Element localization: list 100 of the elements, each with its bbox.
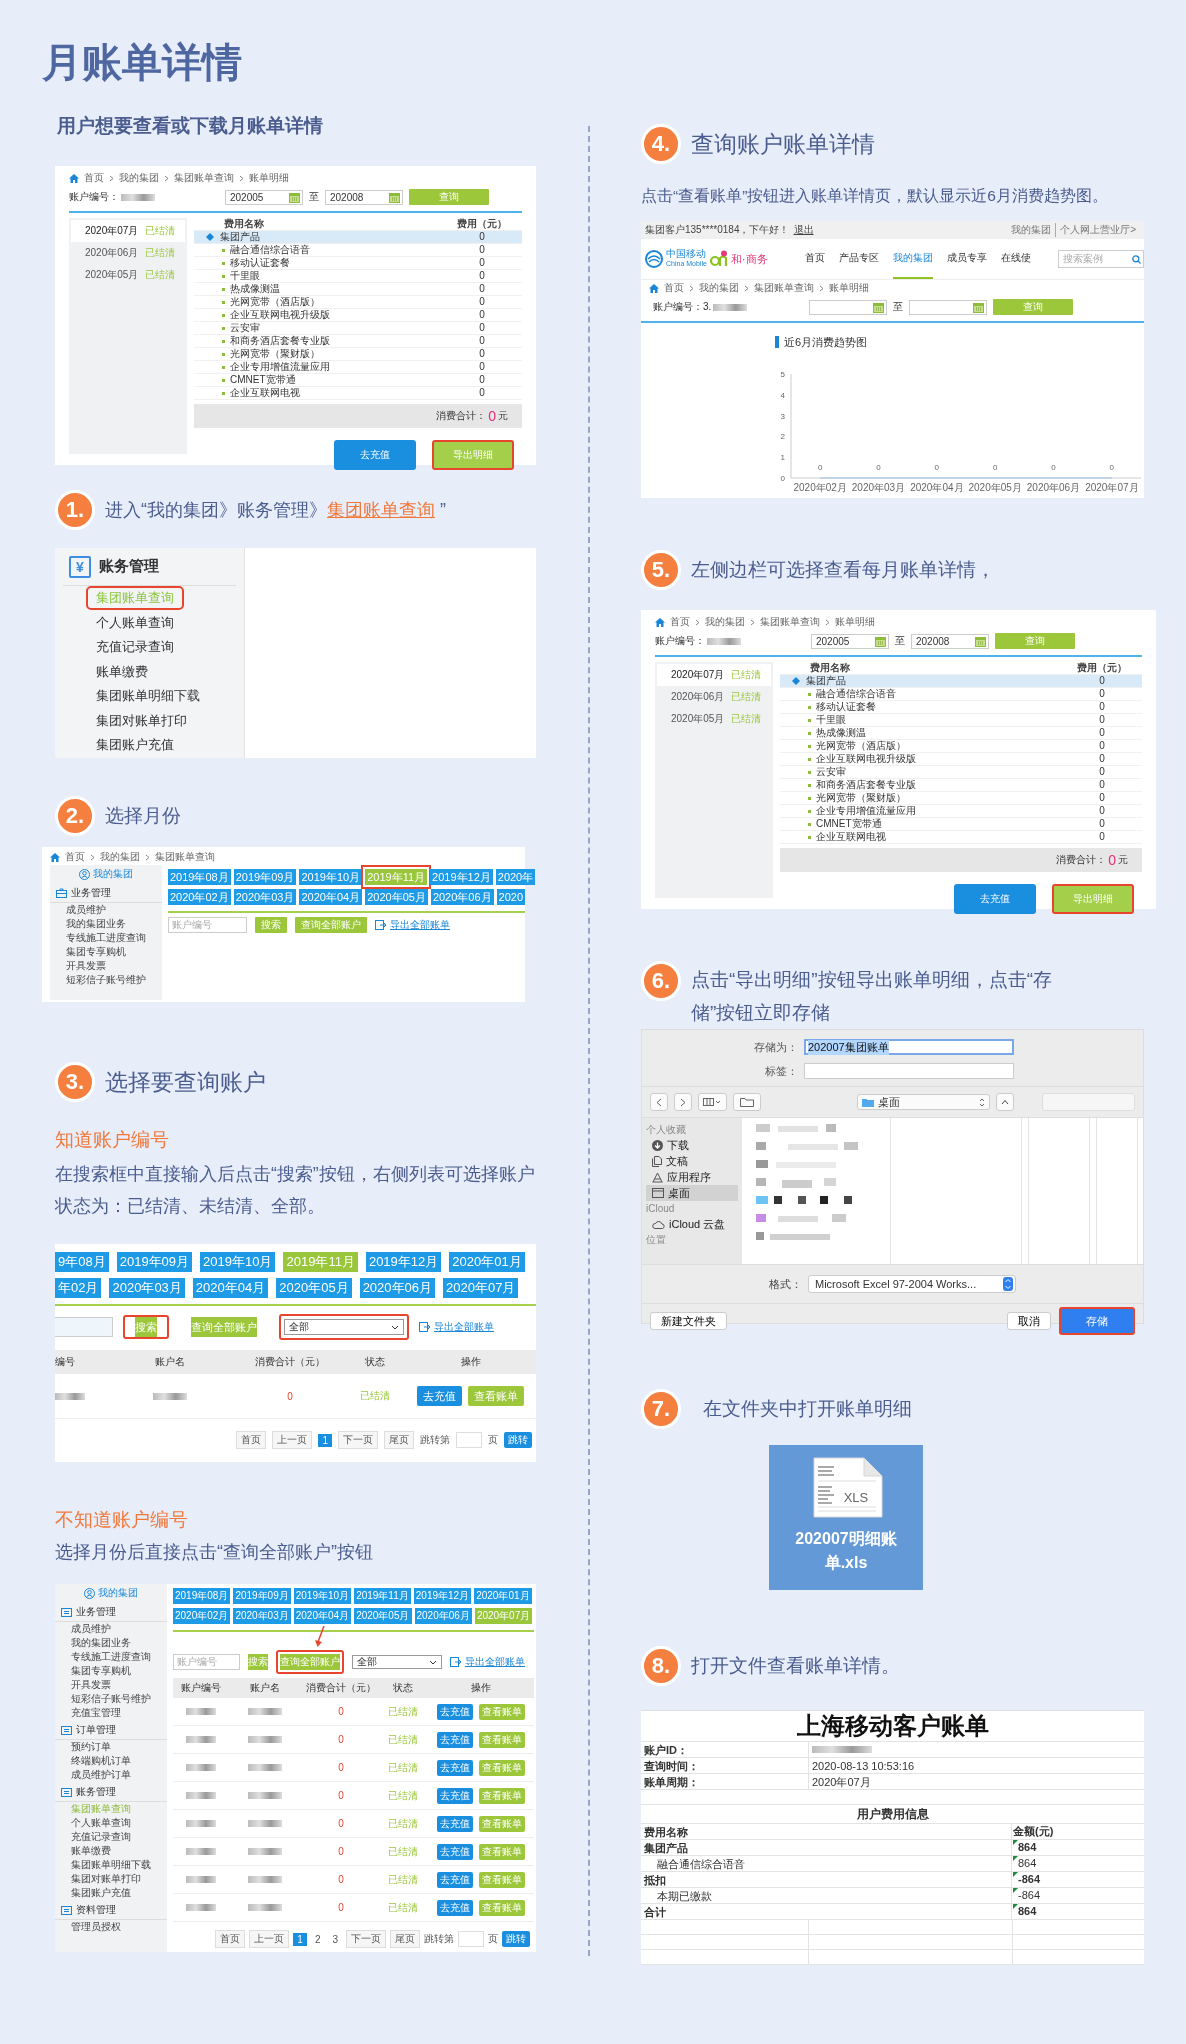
tags-field[interactable] bbox=[804, 1063, 1014, 1079]
cancel-button[interactable]: 取消 bbox=[1007, 1312, 1051, 1330]
month-tab[interactable]: 2020年03月 bbox=[233, 1608, 291, 1624]
month-tab[interactable]: 2019年08月 bbox=[168, 869, 231, 885]
page-number[interactable]: 1 bbox=[318, 1433, 332, 1447]
month-tab[interactable]: 2020年02月 bbox=[173, 1608, 231, 1624]
search-field[interactable]: 账户编号 bbox=[173, 1654, 240, 1670]
menu-item[interactable]: 集团对账单打印 bbox=[88, 710, 195, 731]
sidebar-item[interactable]: 集团专享购机 bbox=[50, 945, 162, 959]
sidebar-item[interactable]: 文稿 bbox=[646, 1153, 738, 1169]
home-icon[interactable] bbox=[655, 617, 665, 627]
sidebar-item[interactable]: 管理员授权 bbox=[55, 1920, 167, 1934]
menu-item[interactable]: 集团账单明细下载 bbox=[88, 686, 208, 707]
export-link[interactable]: 导出全部账单 bbox=[390, 918, 450, 932]
location-dropdown[interactable]: 桌面 bbox=[857, 1094, 991, 1110]
breadcrumb-link[interactable]: 首页 bbox=[65, 850, 85, 864]
top-link[interactable]: 个人网上营业厅> bbox=[1055, 223, 1140, 237]
month-tab[interactable]: 2020年03月 bbox=[109, 1278, 185, 1298]
nav-tab[interactable]: 成员专享 bbox=[947, 239, 987, 279]
home-icon[interactable] bbox=[69, 173, 79, 183]
sidebar-item[interactable]: 充值记录查询 bbox=[55, 1830, 167, 1844]
previous-page-button[interactable]: 上一页 bbox=[249, 1930, 290, 1948]
stepper-icon[interactable] bbox=[1003, 1277, 1013, 1291]
format-dropdown[interactable]: Microsoft Excel 97-2004 Works... bbox=[808, 1275, 1016, 1293]
month-tab[interactable]: 2019年09月 bbox=[233, 1588, 291, 1604]
month-tab[interactable]: 2020年03月 bbox=[233, 889, 297, 905]
new-folder-button[interactable] bbox=[732, 1093, 762, 1111]
recharge-button[interactable]: 去充值 bbox=[437, 1731, 473, 1748]
month-tab[interactable]: 年02月 bbox=[55, 1278, 102, 1298]
month-tab[interactable]: 2019年09月 bbox=[116, 1252, 193, 1272]
sidebar-item[interactable]: 我的集团业务 bbox=[55, 1636, 167, 1650]
next-page-button[interactable]: 下一页 bbox=[338, 1431, 378, 1449]
jump-button[interactable]: 跳转 bbox=[502, 1931, 530, 1947]
month-tab[interactable]: 2020年05月 bbox=[354, 1608, 412, 1624]
export-icon[interactable] bbox=[419, 1322, 431, 1332]
breadcrumb-link[interactable]: 我的集团 bbox=[699, 281, 739, 295]
recharge-button[interactable]: 去充值 bbox=[417, 1386, 462, 1406]
month-tab[interactable]: 2020年07月 bbox=[443, 1278, 519, 1298]
file-name-field[interactable]: 202007集团账单 bbox=[804, 1039, 1014, 1055]
month-tab[interactable]: 9年08月 bbox=[55, 1252, 109, 1272]
recharge-button[interactable]: 去充值 bbox=[334, 440, 416, 470]
export-link[interactable]: 导出全部账单 bbox=[434, 1320, 494, 1334]
month-item[interactable]: 2020年06月 已结清 bbox=[71, 242, 185, 264]
jump-button[interactable]: 跳转 bbox=[504, 1432, 532, 1448]
recharge-button[interactable]: 去充值 bbox=[437, 1871, 473, 1888]
month-tab[interactable]: 2020年01月 bbox=[449, 1252, 525, 1272]
breadcrumb-link[interactable]: 集团账单查询 bbox=[754, 281, 814, 295]
sidebar-item[interactable]: iCloud 云盘 bbox=[646, 1216, 738, 1232]
sidebar-item[interactable]: 短彩信子账号维护 bbox=[55, 1692, 167, 1706]
sidebar-item[interactable]: 集团专享购机 bbox=[55, 1664, 167, 1678]
date-field[interactable]: 202005 bbox=[811, 633, 889, 649]
last-page-button[interactable]: 尾页 bbox=[384, 1431, 414, 1449]
search-field[interactable]: 账户编号 bbox=[168, 917, 247, 933]
breadcrumb-link[interactable]: 账单明细 bbox=[249, 171, 289, 185]
breadcrumb-link[interactable]: 首页 bbox=[670, 615, 690, 629]
month-tab[interactable]: 2020 bbox=[496, 889, 526, 905]
month-tab[interactable]: 2019年12月 bbox=[413, 1588, 472, 1604]
month-item[interactable]: 2020年05月 已结清 bbox=[657, 708, 771, 730]
recharge-button[interactable]: 去充值 bbox=[437, 1815, 473, 1832]
month-tab[interactable]: 2020年05月 bbox=[276, 1278, 352, 1298]
first-page-button[interactable]: 首页 bbox=[215, 1930, 246, 1948]
nav-tab[interactable]: 首页 bbox=[805, 239, 825, 279]
sidebar-item[interactable]: 应用程序 bbox=[646, 1169, 738, 1185]
caret-icon[interactable] bbox=[429, 1659, 437, 1665]
nav-tab[interactable]: 我的集团 bbox=[893, 239, 933, 279]
sidebar-item[interactable]: 集团对账单打印 bbox=[55, 1872, 167, 1886]
sidebar-item[interactable]: 我的集团业务 bbox=[50, 917, 162, 931]
sidebar-item[interactable]: 专线施工进度查询 bbox=[50, 931, 162, 945]
nav-tab[interactable]: 在线使 bbox=[1001, 239, 1031, 279]
month-tab[interactable]: 2020年06月 bbox=[430, 889, 494, 905]
sidebar-item[interactable]: 充值宝管理 bbox=[55, 1706, 167, 1720]
month-tab[interactable]: 2019年11月 bbox=[354, 1588, 411, 1604]
month-tab[interactable]: 2020年06月 bbox=[359, 1278, 436, 1298]
sidebar-item[interactable]: 成员维护 bbox=[50, 903, 162, 917]
month-item[interactable]: 2020年07月 已结清 bbox=[657, 664, 771, 686]
breadcrumb-link[interactable]: 账单明细 bbox=[829, 281, 869, 295]
first-page-button[interactable]: 首页 bbox=[236, 1431, 267, 1449]
last-page-button[interactable]: 尾页 bbox=[390, 1930, 420, 1948]
month-item[interactable]: 2020年05月 已结清 bbox=[71, 264, 185, 286]
month-tab[interactable]: 2019年09月 bbox=[233, 869, 297, 885]
top-link[interactable]: 我的集团 bbox=[1007, 223, 1056, 237]
recharge-button[interactable]: 去充值 bbox=[437, 1899, 473, 1916]
sidebar-item[interactable]: 短彩信子账号维护 bbox=[50, 973, 162, 987]
search-icon[interactable] bbox=[1132, 254, 1141, 264]
sidebar-item[interactable]: 专线施工进度查询 bbox=[55, 1650, 167, 1664]
chevron-left-icon[interactable] bbox=[656, 1097, 662, 1107]
month-tab[interactable]: 2019年10月 bbox=[293, 1588, 352, 1604]
breadcrumb-link[interactable]: 我的集团 bbox=[100, 850, 140, 864]
page-number[interactable]: 3 bbox=[328, 1932, 342, 1946]
sidebar-item[interactable]: 个人账单查询 bbox=[55, 1816, 167, 1830]
month-tab[interactable]: 2019年12月 bbox=[365, 1252, 442, 1272]
view-options-button[interactable] bbox=[698, 1093, 727, 1111]
recharge-button[interactable]: 去充值 bbox=[954, 884, 1036, 914]
month-tab[interactable]: 2019年10月 bbox=[200, 1252, 276, 1272]
menu-item[interactable]: 集团账户充值 bbox=[88, 735, 182, 756]
home-icon[interactable] bbox=[649, 283, 659, 293]
sidebar-item[interactable]: 开具发票 bbox=[50, 959, 162, 973]
breadcrumb-link[interactable]: 集团账单查询 bbox=[760, 615, 820, 629]
recharge-button[interactable]: 去充值 bbox=[437, 1759, 473, 1776]
folder-icon[interactable] bbox=[739, 1097, 754, 1107]
